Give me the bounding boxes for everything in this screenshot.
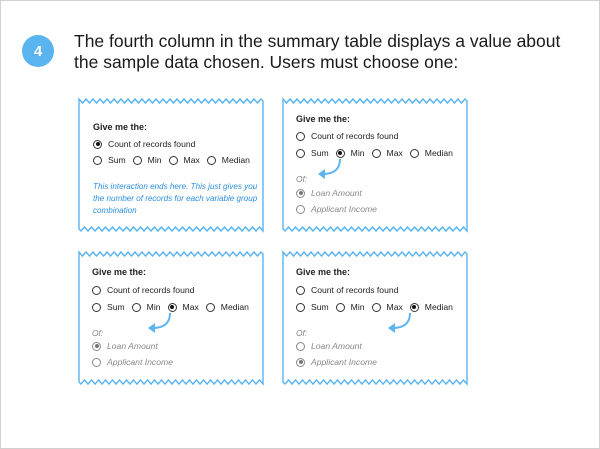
count-label: Count of records found xyxy=(311,131,399,141)
loan-amount-radio[interactable] xyxy=(296,341,305,351)
median-radio[interactable] xyxy=(205,302,215,312)
of-label: Of: xyxy=(296,328,308,338)
median-option[interactable]: Median xyxy=(205,302,249,312)
count-radio[interactable] xyxy=(93,139,102,149)
min-option[interactable]: Min xyxy=(132,155,162,165)
max-label: Max xyxy=(182,302,199,312)
median-radio[interactable] xyxy=(206,155,216,165)
sum-option[interactable]: Sum xyxy=(93,155,126,165)
count-option[interactable]: Count of records found xyxy=(296,131,398,141)
median-label: Median xyxy=(424,148,453,158)
median-label: Median xyxy=(221,155,250,165)
median-option[interactable]: Median xyxy=(206,155,250,165)
max-radio[interactable] xyxy=(371,148,381,158)
of-label: Of: xyxy=(92,328,104,338)
max-option[interactable]: Max xyxy=(168,155,200,165)
applicant-income-label: Applicant Income xyxy=(311,357,377,367)
loan-amount-option[interactable]: Loan Amount xyxy=(296,341,362,351)
max-label: Max xyxy=(183,155,200,165)
applicant-income-radio[interactable] xyxy=(296,204,305,214)
sum-label: Sum xyxy=(311,302,329,312)
min-radio[interactable] xyxy=(132,155,142,165)
sum-radio[interactable] xyxy=(92,302,101,312)
count-option[interactable]: Count of records found xyxy=(93,139,195,149)
min-radio[interactable] xyxy=(131,302,141,312)
applicant-income-label: Applicant Income xyxy=(311,204,377,214)
sum-option[interactable]: Sum xyxy=(92,302,125,312)
max-option[interactable]: Max xyxy=(371,148,403,158)
count-radio[interactable] xyxy=(296,131,305,141)
option-card-min: Give me the: Count of records found Sum … xyxy=(282,95,468,235)
loan-amount-label: Loan Amount xyxy=(311,341,362,351)
max-label: Max xyxy=(386,148,403,158)
min-label: Min xyxy=(350,148,365,158)
loan-amount-option[interactable]: Loan Amount xyxy=(92,341,158,351)
interaction-note: This interaction ends here. This just gi… xyxy=(93,182,258,215)
applicant-income-option[interactable]: Applicant Income xyxy=(296,204,377,214)
applicant-income-label: Applicant Income xyxy=(107,357,173,367)
loan-amount-label: Loan Amount xyxy=(107,341,158,351)
count-option[interactable]: Count of records found xyxy=(296,285,398,295)
median-option[interactable]: Median xyxy=(409,148,453,158)
loan-amount-radio[interactable] xyxy=(296,188,305,198)
step-number-badge: 4 xyxy=(22,35,54,67)
sum-option[interactable]: Sum xyxy=(296,302,329,312)
applicant-income-radio[interactable] xyxy=(296,357,305,367)
option-card-max: Give me the: Count of records found Sum … xyxy=(78,248,264,388)
sum-radio[interactable] xyxy=(296,302,305,312)
sum-radio[interactable] xyxy=(93,155,102,165)
count-label: Count of records found xyxy=(311,285,399,295)
card-title: Give me the: xyxy=(296,267,351,277)
aggregate-options: Sum Min Max Median xyxy=(296,302,460,312)
step-number: 4 xyxy=(33,42,43,60)
count-radio[interactable] xyxy=(296,285,305,295)
of-label: Of: xyxy=(296,174,308,184)
curved-arrow-icon xyxy=(148,312,171,333)
min-option[interactable]: Min xyxy=(335,302,365,312)
curved-arrow-icon xyxy=(388,312,411,333)
card-title: Give me the: xyxy=(296,114,351,124)
count-label: Count of records found xyxy=(107,285,195,295)
loan-amount-option[interactable]: Loan Amount xyxy=(296,188,362,198)
min-radio[interactable] xyxy=(335,302,345,312)
applicant-income-option[interactable]: Applicant Income xyxy=(296,357,377,367)
count-radio[interactable] xyxy=(92,285,101,295)
aggregate-options: Sum Min Max Median xyxy=(93,155,257,165)
max-radio[interactable] xyxy=(168,155,178,165)
option-card-median: Give me the: Count of records found Sum … xyxy=(282,248,468,388)
headline: The fourth column in the summary table d… xyxy=(74,31,561,72)
min-label: Min xyxy=(350,302,365,312)
option-card-count: Give me the: Count of records found Sum … xyxy=(78,95,264,235)
count-label: Count of records found xyxy=(108,139,196,149)
applicant-income-option[interactable]: Applicant Income xyxy=(92,357,173,367)
median-label: Median xyxy=(424,302,453,312)
sum-label: Sum xyxy=(107,302,125,312)
loan-amount-label: Loan Amount xyxy=(311,188,362,198)
card-title: Give me the: xyxy=(92,267,147,277)
median-label: Median xyxy=(220,302,249,312)
sum-radio[interactable] xyxy=(296,148,305,158)
sum-label: Sum xyxy=(108,155,126,165)
count-option[interactable]: Count of records found xyxy=(92,285,194,295)
applicant-income-radio[interactable] xyxy=(92,357,101,367)
median-option[interactable]: Median xyxy=(409,302,453,312)
median-radio[interactable] xyxy=(409,148,419,158)
loan-amount-radio[interactable] xyxy=(92,341,101,351)
card-title: Give me the: xyxy=(93,122,148,132)
min-label: Min xyxy=(147,155,162,165)
max-radio[interactable] xyxy=(371,302,381,312)
curved-arrow-icon xyxy=(318,158,341,179)
